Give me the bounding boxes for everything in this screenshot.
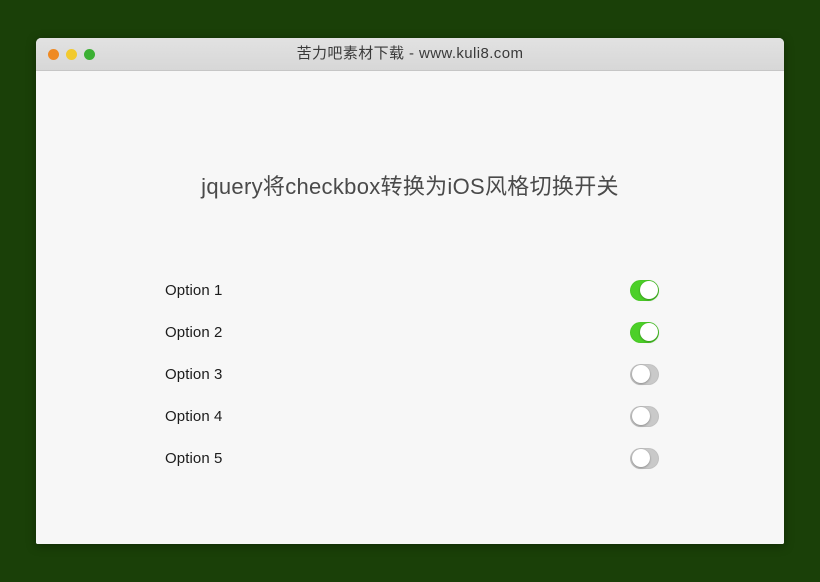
option-label-3: Option 3 (165, 365, 223, 383)
option-label-1: Option 1 (165, 281, 223, 299)
window-content: jquery将checkbox转换为iOS风格切换开关 Option 1 Opt… (36, 71, 784, 544)
window-titlebar: 苦力吧素材下载 - www.kuli8.com (36, 38, 784, 71)
toggle-switch-option-2[interactable] (630, 321, 659, 343)
option-row-5: Option 5 (165, 437, 659, 479)
toggle-knob-icon (639, 281, 658, 299)
toggle-switch-option-1[interactable] (630, 279, 659, 301)
toggle-knob-icon (631, 407, 650, 425)
traffic-light-buttons (48, 38, 95, 70)
toggle-switch-option-4[interactable] (630, 405, 659, 427)
browser-window: 苦力吧素材下载 - www.kuli8.com jquery将checkbox转… (36, 38, 784, 544)
close-button-icon[interactable] (48, 48, 59, 60)
option-row-2: Option 2 (165, 311, 659, 353)
toggle-knob-icon (631, 449, 650, 467)
toggle-knob-icon (639, 323, 658, 341)
minimize-button-icon[interactable] (66, 48, 77, 60)
toggle-switch-option-5[interactable] (630, 447, 659, 469)
toggle-options-list: Option 1 Option 2 Option 3 Option 4 Opti… (165, 269, 659, 479)
toggle-knob-icon (631, 365, 650, 383)
option-row-3: Option 3 (165, 353, 659, 395)
toggle-switch-option-3[interactable] (630, 363, 659, 385)
maximize-button-icon[interactable] (84, 48, 95, 60)
option-row-4: Option 4 (165, 395, 659, 437)
option-row-1: Option 1 (165, 269, 659, 311)
option-label-2: Option 2 (165, 323, 223, 341)
option-label-5: Option 5 (165, 449, 223, 467)
option-label-4: Option 4 (165, 407, 223, 425)
page-title: jquery将checkbox转换为iOS风格切换开关 (201, 174, 619, 199)
window-title: 苦力吧素材下载 - www.kuli8.com (296, 45, 524, 62)
